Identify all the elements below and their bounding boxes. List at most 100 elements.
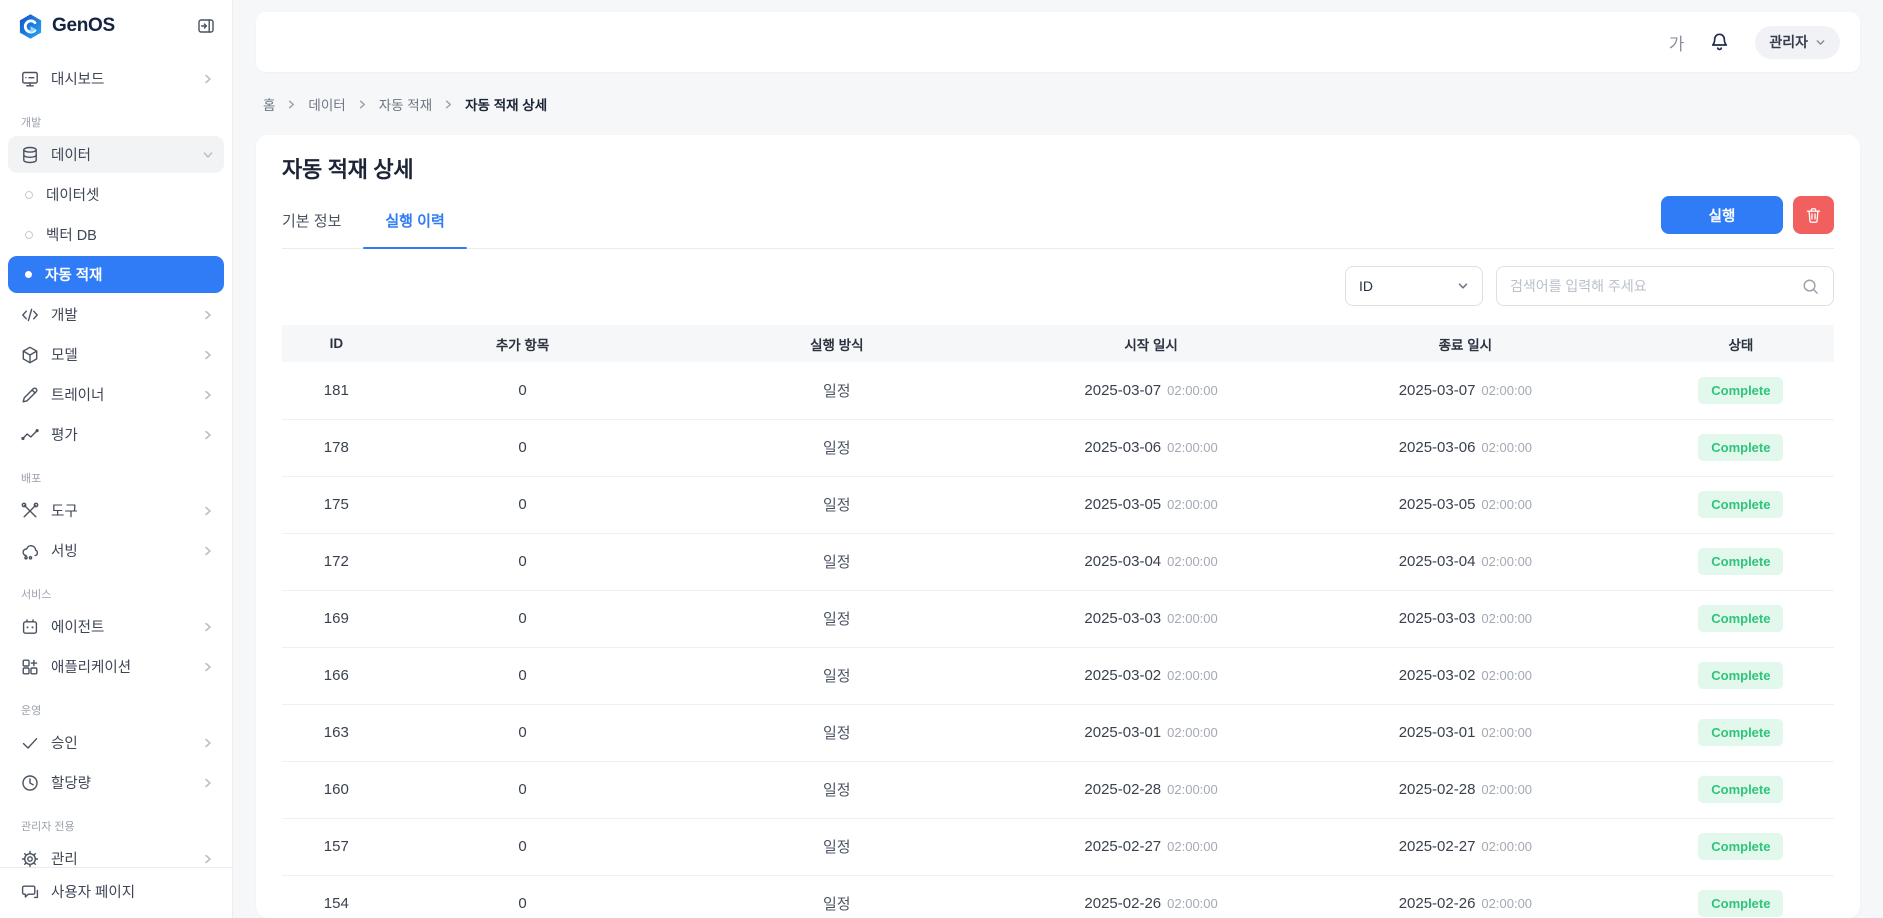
sidebar-item-label: 트레이너: [51, 384, 191, 405]
table-row: 1540일정2025-02-2602:00:002025-02-2602:00:…: [282, 875, 1834, 918]
bullet-icon: [25, 231, 33, 239]
sidebar-item-develop[interactable]: 개발: [8, 296, 224, 333]
sidebar-item-label: 서빙: [51, 540, 191, 561]
sidebar-item-label: 사용자 페이지: [51, 881, 214, 902]
table-head: ID추가 항목실행 방식시작 일시종료 일시상태: [282, 325, 1834, 362]
delete-button[interactable]: [1793, 196, 1834, 234]
status-badge: Complete: [1698, 833, 1783, 860]
table-row: 1720일정2025-03-0402:00:002025-03-0402:00:…: [282, 533, 1834, 590]
run-history-table: ID추가 항목실행 방식시작 일시종료 일시상태 1810일정2025-03-0…: [282, 325, 1834, 918]
sidebar-item-data[interactable]: 데이터: [8, 136, 224, 173]
cell-id: 163: [282, 704, 391, 761]
cell-start-datetime: 2025-02-2602:00:00: [1019, 875, 1283, 918]
cell-start-datetime: 2025-03-0602:00:00: [1019, 419, 1283, 476]
status-badge: Complete: [1698, 719, 1783, 746]
cell-status: Complete: [1648, 818, 1834, 875]
sidebar-item-evaluation[interactable]: 평가: [8, 416, 224, 453]
cell-id: 181: [282, 362, 391, 419]
cell-start-datetime: 2025-03-0402:00:00: [1019, 533, 1283, 590]
sidebar-item-user-page[interactable]: 사용자 페이지: [8, 873, 224, 910]
sidebar-footer: 사용자 페이지: [0, 867, 232, 918]
chevron-down-icon: [1815, 37, 1826, 48]
sidebar-item-label: 할당량: [51, 772, 191, 793]
cell-run-mode: 일정: [654, 590, 1019, 647]
sidebar-subitem-auto-load[interactable]: 자동 적재: [8, 256, 224, 293]
tools-icon: [20, 501, 40, 521]
search-box: [1496, 266, 1834, 306]
cell-end-datetime: 2025-03-0102:00:00: [1283, 704, 1648, 761]
cell-start-datetime: 2025-03-0202:00:00: [1019, 647, 1283, 704]
sidebar-item-approval[interactable]: 승인: [8, 724, 224, 761]
sidebar-item-admin[interactable]: 관리: [8, 840, 224, 867]
breadcrumb: 홈데이터자동 적재자동 적재 상세: [256, 72, 1860, 135]
run-button[interactable]: 실행: [1661, 196, 1783, 234]
content-card: 자동 적재 상세 기본 정보실행 이력 실행 ID: [256, 135, 1860, 918]
sidebar-nav: 대시보드개발데이터데이터셋벡터 DB자동 적재개발모델트레이너평가배포도구서빙서…: [0, 52, 232, 867]
chevron-down-icon: [202, 149, 214, 161]
cell-start-datetime: 2025-03-0502:00:00: [1019, 476, 1283, 533]
tab-run-history[interactable]: 실행 이력: [385, 196, 444, 248]
cell-end-datetime: 2025-02-2802:00:00: [1283, 761, 1648, 818]
search-input[interactable]: [1510, 278, 1793, 294]
cell-id: 154: [282, 875, 391, 918]
column-header: 시작 일시: [1019, 325, 1283, 362]
chevron-right-icon: [202, 309, 214, 321]
cell-id: 169: [282, 590, 391, 647]
sidebar-section-label: 운영: [21, 702, 224, 718]
cell-status: Complete: [1648, 590, 1834, 647]
user-menu-button[interactable]: 관리자: [1755, 26, 1840, 59]
column-header: 종료 일시: [1283, 325, 1648, 362]
sidebar-collapse-button[interactable]: [196, 16, 216, 36]
cell-end-datetime: 2025-03-0402:00:00: [1283, 533, 1648, 590]
chevron-right-icon: [286, 99, 297, 110]
cell-start-datetime: 2025-02-2702:00:00: [1019, 818, 1283, 875]
breadcrumb-item[interactable]: 자동 적재: [379, 94, 432, 114]
cell-status: Complete: [1648, 704, 1834, 761]
bullet-icon: [25, 271, 32, 278]
apps-icon: [20, 657, 40, 677]
table-row: 1660일정2025-03-0202:00:002025-03-0202:00:…: [282, 647, 1834, 704]
sidebar-item-model[interactable]: 모델: [8, 336, 224, 373]
cell-run-mode: 일정: [654, 704, 1019, 761]
sidebar-item-tools[interactable]: 도구: [8, 492, 224, 529]
sidebar-subitem-dataset[interactable]: 데이터셋: [8, 176, 224, 213]
sidebar-item-quota[interactable]: 할당량: [8, 764, 224, 801]
column-header: ID: [282, 325, 391, 362]
cell-status: Complete: [1648, 476, 1834, 533]
breadcrumb-item[interactable]: 홈: [263, 94, 275, 114]
sidebar-item-label: 도구: [51, 500, 191, 521]
status-badge: Complete: [1698, 662, 1783, 689]
sidebar-item-label: 개발: [51, 304, 191, 325]
sidebar-item-label: 모델: [51, 344, 191, 365]
sidebar-item-dashboard[interactable]: 대시보드: [8, 60, 224, 97]
notifications-button[interactable]: [1708, 31, 1731, 54]
tab-basic-info[interactable]: 기본 정보: [282, 196, 341, 248]
sidebar-item-agent[interactable]: 에이전트: [8, 608, 224, 645]
sidebar-item-trainer[interactable]: 트레이너: [8, 376, 224, 413]
cell-end-datetime: 2025-03-0602:00:00: [1283, 419, 1648, 476]
sidebar-item-label: 관리: [51, 848, 191, 867]
cell-id: 166: [282, 647, 391, 704]
agent-icon: [20, 617, 40, 637]
cell-start-datetime: 2025-03-0702:00:00: [1019, 362, 1283, 419]
brand-logo[interactable]: GenOS: [17, 13, 115, 40]
sidebar-subitem-vector-db[interactable]: 벡터 DB: [8, 216, 224, 253]
sidebar-item-label: 데이터: [51, 144, 191, 165]
panel-collapse-icon: [196, 16, 216, 36]
sidebar-item-label: 애플리케이션: [51, 656, 191, 677]
table-row: 1780일정2025-03-0602:00:002025-03-0602:00:…: [282, 419, 1834, 476]
cell-status: Complete: [1648, 875, 1834, 918]
sidebar-item-label: 에이전트: [51, 616, 191, 637]
sidebar-item-application[interactable]: 애플리케이션: [8, 648, 224, 685]
cell-added-items: 0: [391, 419, 655, 476]
breadcrumb-item[interactable]: 데이터: [308, 94, 345, 114]
font-size-button[interactable]: 가: [1669, 30, 1685, 55]
sidebar-item-serving[interactable]: 서빙: [8, 532, 224, 569]
database-icon: [20, 145, 40, 165]
chat-icon: [20, 882, 40, 902]
sidebar-header: GenOS: [0, 0, 232, 52]
cell-id: 172: [282, 533, 391, 590]
search-field-select[interactable]: ID: [1345, 266, 1483, 306]
cell-added-items: 0: [391, 647, 655, 704]
cell-start-datetime: 2025-03-0302:00:00: [1019, 590, 1283, 647]
